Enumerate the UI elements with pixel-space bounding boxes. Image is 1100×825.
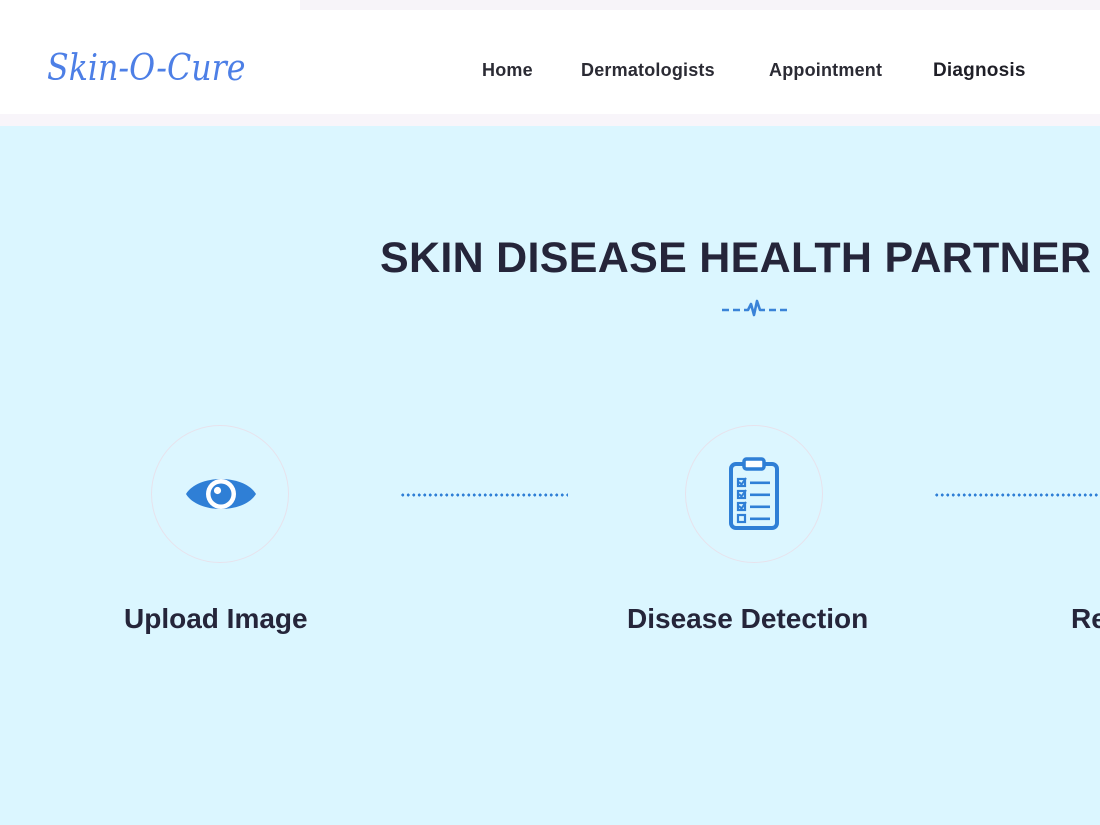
heartbeat-icon bbox=[722, 299, 787, 317]
eye-icon bbox=[186, 479, 256, 509]
step-label-third: Re bbox=[1071, 603, 1100, 634]
nav-item-dermatologists[interactable]: Dermatologists bbox=[581, 60, 715, 81]
nav-item-home[interactable]: Home bbox=[482, 60, 533, 81]
nav-item-diagnosis[interactable]: Diagnosis bbox=[933, 60, 1026, 82]
clipboard-checklist-icon bbox=[729, 457, 779, 530]
step-label-disease-detection: Disease Detection bbox=[627, 603, 869, 634]
step-connector-2 bbox=[934, 493, 1100, 497]
step-label-upload-image: Upload Image bbox=[124, 603, 308, 634]
step-connector-1 bbox=[400, 493, 568, 497]
site-header: Skin-O-Cure Home Dermatologists Appointm… bbox=[0, 10, 1100, 114]
header-shadow bbox=[0, 114, 1100, 126]
nav-item-appointment[interactable]: Appointment bbox=[769, 60, 882, 81]
main-nav: Home Dermatologists Appointment Diagnosi… bbox=[0, 60, 1100, 84]
hero-title: SKIN DISEASE HEALTH PARTNER bbox=[380, 233, 1092, 282]
top-strip-shade bbox=[300, 0, 1100, 10]
